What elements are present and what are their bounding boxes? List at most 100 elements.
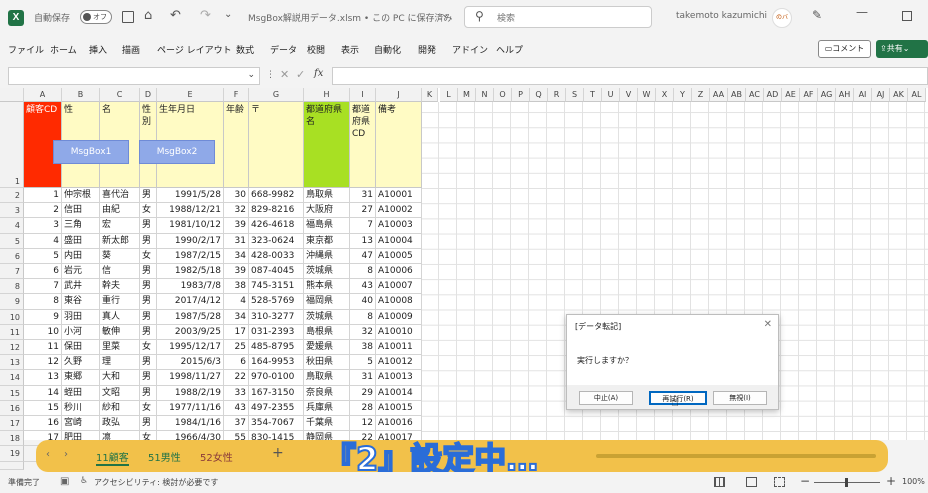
table-cell[interactable]: 男 — [140, 279, 157, 295]
table-cell[interactable]: 2017/4/12 — [157, 294, 224, 310]
zoom-in-icon[interactable]: + — [886, 474, 896, 488]
table-cell[interactable]: 43 — [350, 279, 376, 295]
table-cell[interactable]: 盛田 — [62, 233, 100, 249]
row-header[interactable]: 9 — [0, 294, 24, 310]
column-header-x[interactable]: X — [656, 88, 674, 102]
row-header[interactable]: 5 — [0, 233, 24, 249]
table-cell[interactable]: 茨城県 — [304, 309, 350, 325]
scroll-tabs-left-icon[interactable]: ‹ — [46, 449, 50, 460]
column-header-ae[interactable]: AE — [782, 88, 800, 102]
table-cell[interactable]: 2 — [24, 203, 62, 219]
table-cell[interactable]: 新太郎 — [100, 233, 140, 249]
table-cell[interactable]: 男 — [140, 370, 157, 386]
table-cell[interactable]: 男 — [140, 324, 157, 340]
table-cell[interactable]: 28 — [350, 400, 376, 416]
table-cell[interactable]: A10011 — [376, 340, 422, 356]
header-pref-cd[interactable]: 都道府県CD — [350, 102, 376, 188]
column-header-u[interactable]: U — [602, 88, 620, 102]
table-cell[interactable]: 女 — [140, 203, 157, 219]
table-cell[interactable]: A10007 — [376, 279, 422, 295]
table-cell[interactable]: 男 — [140, 218, 157, 234]
table-cell[interactable]: 31 — [350, 370, 376, 386]
table-cell[interactable]: 重行 — [100, 294, 140, 310]
row-header-partial[interactable] — [0, 461, 24, 470]
sheet-tab-customers[interactable]: 11顧客 — [96, 449, 129, 466]
column-header-y[interactable]: Y — [674, 88, 692, 102]
table-cell[interactable]: A10008 — [376, 294, 422, 310]
minimize-icon[interactable]: — — [856, 5, 868, 19]
row-header[interactable]: 18 — [0, 431, 24, 447]
pen-icon[interactable]: ✎ — [812, 8, 822, 22]
table-cell[interactable]: 女 — [140, 340, 157, 356]
table-cell[interactable]: 528-5769 — [249, 294, 304, 310]
column-header-z[interactable]: Z — [692, 88, 710, 102]
table-cell[interactable]: 真人 — [100, 309, 140, 325]
column-header-g[interactable]: G — [249, 88, 304, 102]
table-cell[interactable]: 男 — [140, 264, 157, 280]
table-cell[interactable]: 1995/12/17 — [157, 340, 224, 356]
table-cell[interactable]: 829-8216 — [249, 203, 304, 219]
page-layout-icon[interactable] — [746, 477, 757, 487]
column-header-aj[interactable]: AJ — [872, 88, 890, 102]
table-cell[interactable]: 男 — [140, 355, 157, 371]
table-cell[interactable]: 1988/2/19 — [157, 385, 224, 401]
table-cell[interactable]: 男 — [140, 309, 157, 325]
column-header-c[interactable]: C — [100, 88, 140, 102]
title-dropdown-icon[interactable]: ⌄ — [441, 9, 449, 20]
table-cell[interactable]: 紗和 — [100, 400, 140, 416]
column-header-e[interactable]: E — [157, 88, 224, 102]
undo-icon[interactable]: ↶ — [170, 8, 181, 23]
table-cell[interactable]: 39 — [224, 264, 249, 280]
table-cell[interactable]: 32 — [350, 324, 376, 340]
fx-icon[interactable]: fx — [314, 68, 323, 79]
table-cell[interactable]: 信田 — [62, 203, 100, 219]
table-cell[interactable]: A10010 — [376, 324, 422, 340]
table-cell[interactable]: 8 — [350, 309, 376, 325]
table-cell[interactable]: A10009 — [376, 309, 422, 325]
table-cell[interactable]: 1977/11/16 — [157, 400, 224, 416]
table-cell[interactable]: 羽田 — [62, 309, 100, 325]
table-cell[interactable]: 37 — [224, 416, 249, 432]
column-header-k[interactable]: K — [422, 88, 438, 102]
table-cell[interactable]: 1987/5/28 — [157, 309, 224, 325]
table-cell[interactable]: A10006 — [376, 264, 422, 280]
table-cell[interactable]: 167-3150 — [249, 385, 304, 401]
name-box[interactable]: ⌄ — [8, 67, 260, 85]
table-cell[interactable]: 信 — [100, 264, 140, 280]
table-cell[interactable]: 38 — [350, 340, 376, 356]
table-cell[interactable]: 39 — [224, 218, 249, 234]
column-header-j[interactable]: J — [376, 88, 422, 102]
menu-home[interactable]: ホーム — [50, 43, 77, 56]
table-cell[interactable]: A10012 — [376, 355, 422, 371]
header-postal[interactable]: 〒 — [249, 102, 304, 188]
table-cell[interactable]: 文昭 — [100, 385, 140, 401]
normal-view-icon[interactable] — [714, 477, 725, 487]
row-header[interactable]: 17 — [0, 416, 24, 432]
ignore-button[interactable]: 無視(I) — [713, 391, 767, 405]
table-cell[interactable]: 福島県 — [304, 218, 350, 234]
table-cell[interactable]: 幹夫 — [100, 279, 140, 295]
table-cell[interactable]: 1984/1/16 — [157, 416, 224, 432]
table-cell[interactable]: 031-2393 — [249, 324, 304, 340]
menu-help[interactable]: ヘルプ — [496, 43, 523, 56]
abort-button[interactable]: 中止(A) — [579, 391, 633, 405]
column-header-t[interactable]: T — [584, 88, 602, 102]
table-cell[interactable]: 10 — [24, 324, 62, 340]
menu-formulas[interactable]: 数式 — [236, 43, 254, 56]
table-cell[interactable]: 12 — [24, 355, 62, 371]
table-cell[interactable]: 27 — [350, 203, 376, 219]
table-cell[interactable]: 沖縄県 — [304, 248, 350, 264]
table-cell[interactable]: A10003 — [376, 218, 422, 234]
table-cell[interactable]: 奈良県 — [304, 385, 350, 401]
table-cell[interactable]: 1988/12/21 — [157, 203, 224, 219]
zoom-level[interactable]: 100% — [902, 477, 925, 486]
table-cell[interactable]: 1983/7/8 — [157, 279, 224, 295]
zoom-slider-thumb[interactable] — [845, 478, 848, 487]
table-cell[interactable]: 茨城県 — [304, 264, 350, 280]
zoom-out-icon[interactable]: − — [800, 474, 810, 488]
table-cell[interactable]: 男 — [140, 294, 157, 310]
table-cell[interactable]: 兵庫県 — [304, 400, 350, 416]
table-cell[interactable]: 8 — [24, 294, 62, 310]
redo-icon[interactable]: ↷ — [200, 8, 211, 23]
table-cell[interactable]: 東郷 — [62, 370, 100, 386]
